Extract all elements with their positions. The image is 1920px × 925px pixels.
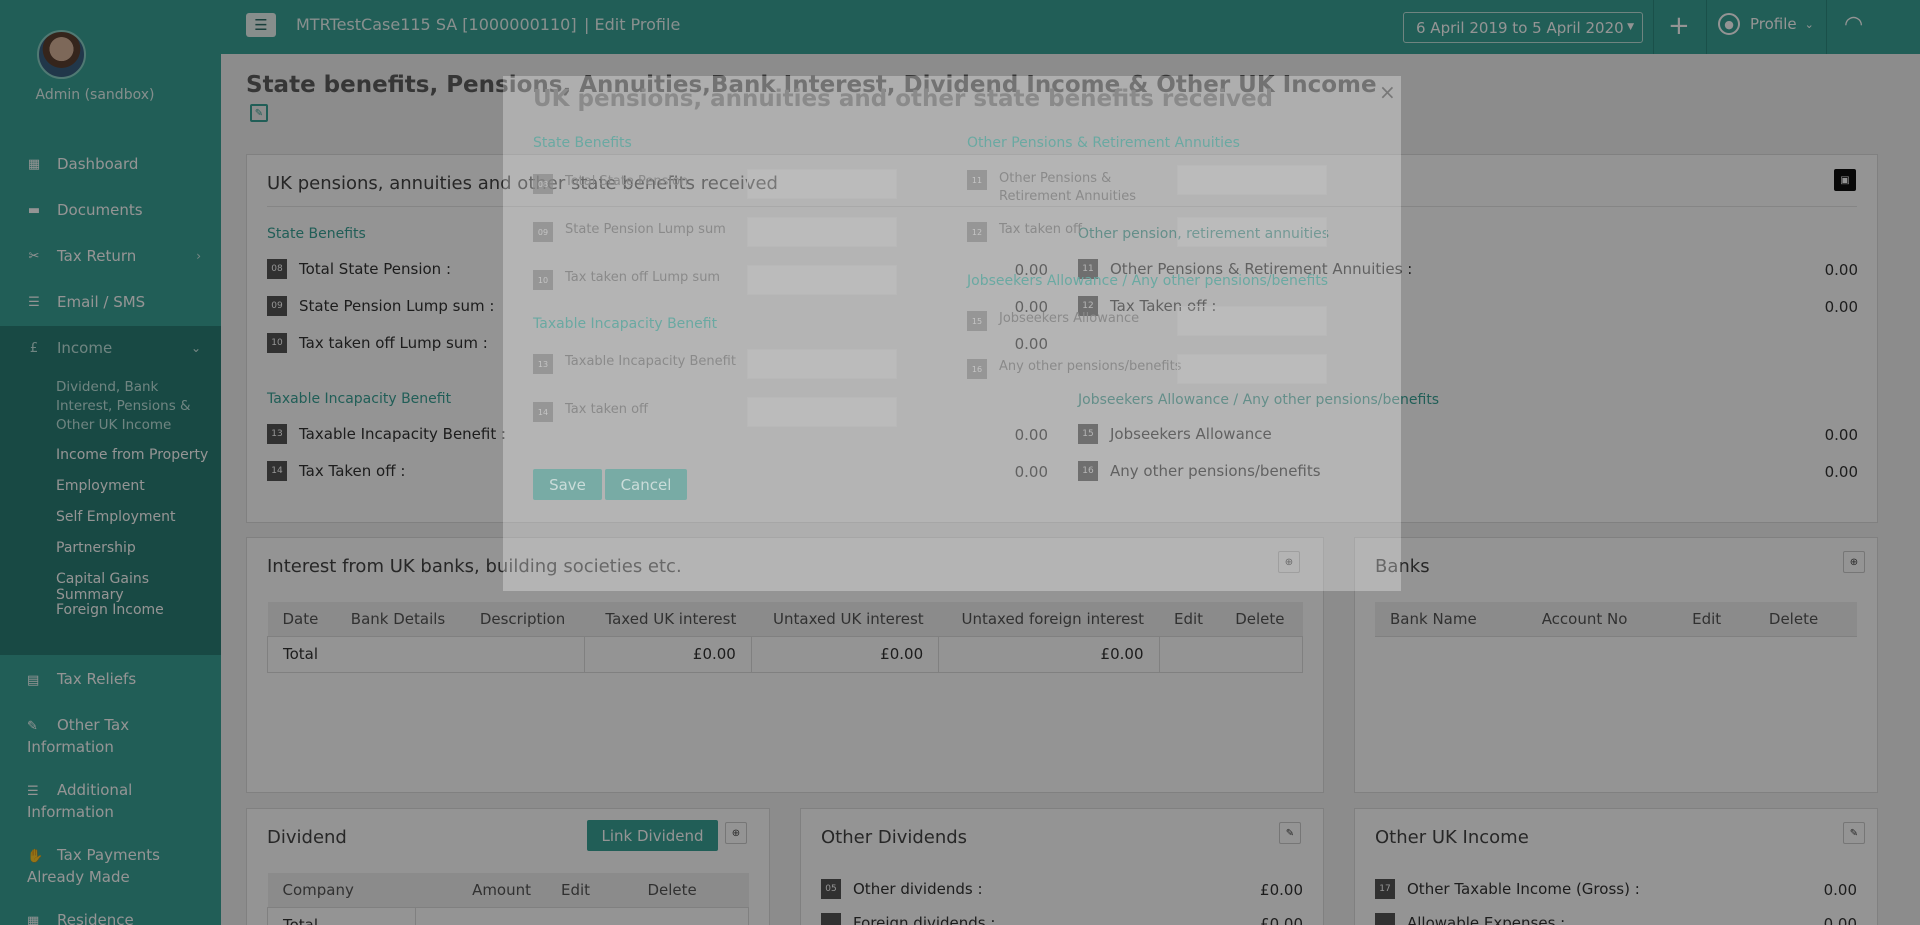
field-label: Tax taken off Lump sum	[565, 270, 721, 285]
box-number: 13	[533, 354, 553, 374]
field-label: Any other pensions/benefits	[999, 359, 1182, 374]
field-label: Tax taken off	[999, 222, 1082, 237]
section-label: Other Pensions & Retirement Annuities	[967, 135, 1240, 151]
section-label: Jobseekers Allowance / Any other pension…	[967, 273, 1329, 289]
field-label: Total State Pension	[565, 174, 689, 189]
modal-field-row: 10 Tax taken off Lump sum	[533, 270, 720, 290]
box-number: 15	[967, 311, 987, 331]
field-label: Taxable Incapacity Benefit	[565, 354, 736, 369]
tax-taken-off-lump-sum-input[interactable]	[747, 265, 897, 295]
field-label: Other Pensions & Retirement Annuities	[999, 171, 1137, 204]
incapacity-tax-taken-off-input[interactable]	[747, 397, 897, 427]
save-button[interactable]: Save	[533, 469, 602, 500]
box-number: 12	[967, 222, 987, 242]
field-label: Jobseekers Allowance	[999, 311, 1140, 326]
box-number: 16	[967, 359, 987, 379]
cancel-button[interactable]: Cancel	[605, 469, 687, 500]
box-number: 09	[533, 222, 553, 242]
modal-field-row: 16 Any other pensions/benefits	[967, 359, 1182, 379]
modal-title: UK pensions, annuities and other state b…	[533, 86, 1274, 112]
modal-field-row: 13 Taxable Incapacity Benefit	[533, 354, 736, 374]
other-pensions-input[interactable]	[1177, 165, 1327, 195]
edit-pensions-modal: × UK pensions, annuities and other state…	[503, 76, 1401, 591]
jobseekers-allowance-input[interactable]	[1177, 306, 1327, 336]
box-number: 10	[533, 270, 553, 290]
state-pension-lump-sum-input[interactable]	[747, 217, 897, 247]
modal-field-row: 12 Tax taken off	[967, 222, 1082, 242]
other-benefits-input[interactable]	[1177, 354, 1327, 384]
box-number: 08	[533, 174, 553, 194]
field-label: Tax taken off	[565, 402, 648, 417]
total-state-pension-input[interactable]	[747, 169, 897, 199]
pensions-tax-taken-off-input[interactable]	[1177, 217, 1327, 247]
section-label: State Benefits	[533, 135, 632, 151]
modal-field-row: 09 State Pension Lump sum	[533, 222, 726, 242]
field-label: State Pension Lump sum	[565, 222, 726, 237]
box-number: 11	[967, 170, 987, 190]
modal-field-row: 15 Jobseekers Allowance	[967, 311, 1139, 331]
modal-field-row: 08 Total State Pension	[533, 174, 688, 194]
close-icon[interactable]: ×	[1379, 80, 1396, 104]
box-number: 14	[533, 402, 553, 422]
taxable-incapacity-input[interactable]	[747, 349, 897, 379]
modal-field-row: 11 Other Pensions & Retirement Annuities	[967, 170, 1167, 206]
modal-field-row: 14 Tax taken off	[533, 402, 648, 422]
section-label: Taxable Incapacity Benefit	[533, 316, 718, 332]
